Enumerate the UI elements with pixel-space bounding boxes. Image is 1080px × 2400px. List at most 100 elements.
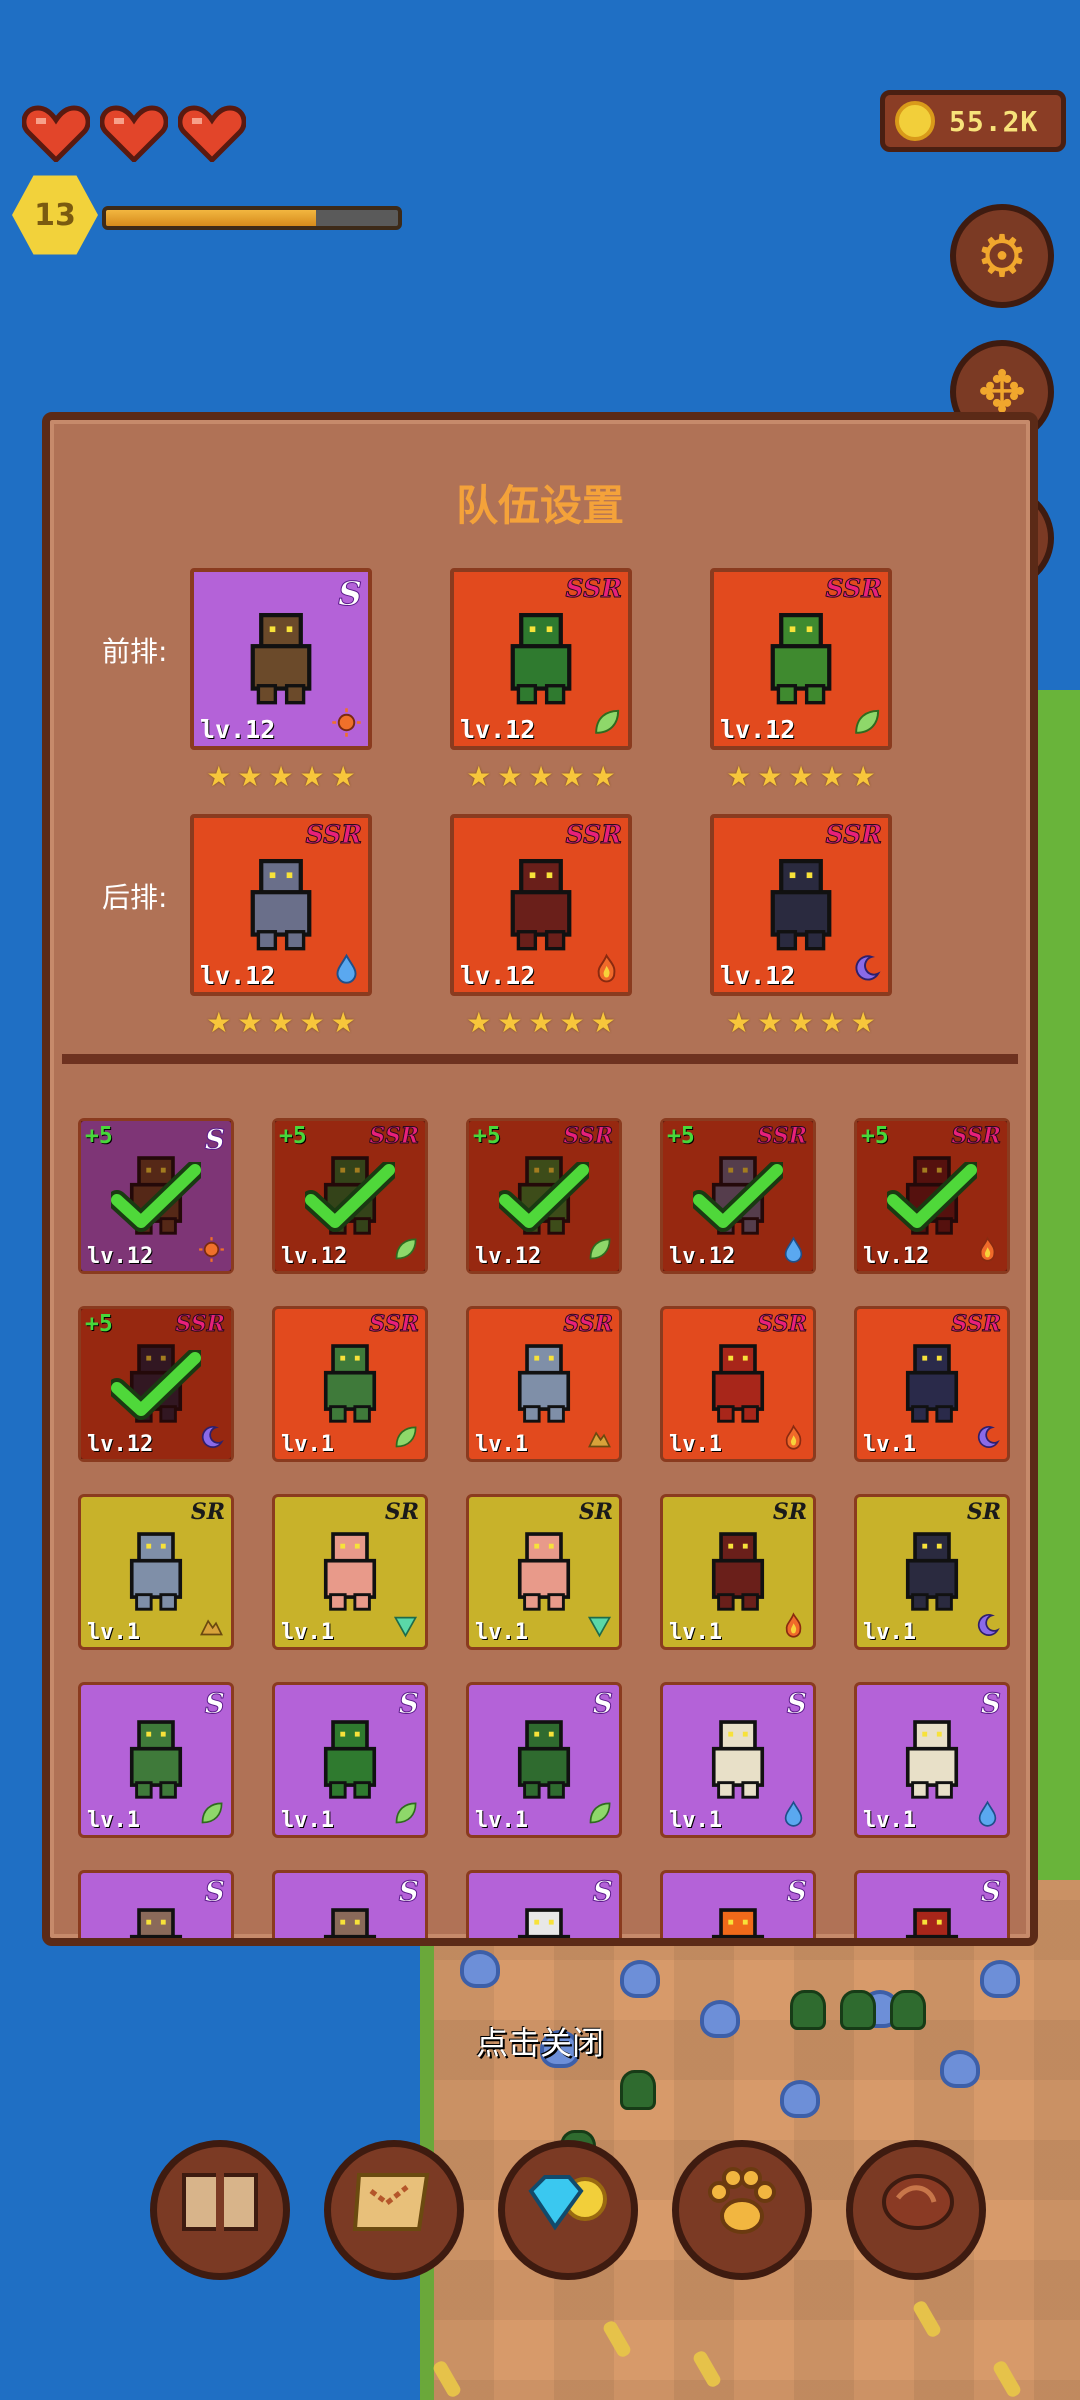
rarity-badge: SSR	[305, 820, 362, 850]
tap-to-close-hint[interactable]: 点击关闭	[0, 2018, 1080, 2064]
level-label: lv.1	[281, 1808, 334, 1833]
deer-spear-sprite	[225, 598, 338, 715]
back-slot-1[interactable]: SSR lv.12	[190, 814, 372, 996]
front-slot-3[interactable]: SSR lv.12	[710, 568, 892, 750]
demon-sprite	[485, 844, 598, 961]
star-icon: ★	[590, 1006, 616, 1039]
front-slot-1[interactable]: Slv.12	[190, 568, 372, 750]
rarity-badge: SR	[190, 1499, 225, 1525]
level-label: lv.12	[281, 1244, 348, 1269]
roster-card[interactable]: SSR +5 lv.12	[854, 1118, 1010, 1274]
roster-card[interactable]: SR lv.1	[660, 1494, 816, 1650]
heart-icon	[99, 104, 169, 164]
front-slot-2[interactable]: SSR lv.12	[450, 568, 632, 750]
roster-card[interactable]: SR lv.1	[272, 1494, 428, 1650]
moon-element-icon	[974, 1612, 1001, 1643]
level-label: lv.12	[475, 1244, 542, 1269]
roster-card[interactable]: Slv.1	[272, 1682, 428, 1838]
star-icon: ★	[299, 1006, 325, 1039]
level-label: lv.12	[669, 1244, 736, 1269]
water-pot	[980, 1960, 1020, 1998]
level-label: lv.1	[475, 1432, 528, 1457]
settings-button[interactable]: ⚙	[950, 204, 1054, 308]
water-pot	[620, 1960, 660, 1998]
rarity-badge: SSR	[825, 820, 882, 850]
book-button[interactable]	[150, 2140, 290, 2280]
roster-card[interactable]: SSR +5 lv.12	[466, 1118, 622, 1274]
rarity-badge: SSR	[757, 1123, 808, 1150]
roster-card[interactable]: S +5 lv.12	[78, 1118, 234, 1274]
roster-card[interactable]: S	[660, 1870, 816, 1938]
roster-card[interactable]: SSR lv.1	[466, 1306, 622, 1462]
wolf-rider-sprite	[225, 844, 338, 961]
coin-counter[interactable]: 55.2K	[880, 90, 1066, 152]
star-icon: ★	[590, 760, 616, 793]
meat-icon	[874, 2166, 958, 2254]
elf-mage-sprite	[884, 1707, 981, 1808]
roster-card[interactable]: Slv.1	[854, 1682, 1010, 1838]
roster-card[interactable]: SSR lv.1	[854, 1306, 1010, 1462]
map-scroll-button[interactable]	[324, 2140, 464, 2280]
roster-card[interactable]: SSR +5 lv.12	[660, 1118, 816, 1274]
star-icon: ★	[559, 760, 585, 793]
level-label: lv.1	[863, 1620, 916, 1645]
level-label: lv.1	[281, 1432, 334, 1457]
star-rating: ★ ★ ★ ★ ★	[710, 1006, 892, 1039]
back-slot-2[interactable]: SSR lv.12	[450, 814, 632, 996]
skull-sprite	[496, 1895, 593, 1938]
level-label: lv.1	[281, 1620, 334, 1645]
girl-sprite	[496, 1519, 593, 1620]
level-label: lv.1	[475, 1620, 528, 1645]
roster-card[interactable]: S	[854, 1870, 1010, 1938]
rarity-badge: S	[338, 574, 363, 614]
rarity-badge: S	[786, 1687, 807, 1721]
health-hearts	[21, 104, 247, 164]
hooded-shade-sprite	[884, 1331, 981, 1432]
rarity-badge: S	[204, 1875, 225, 1909]
leaf-element-icon	[392, 1236, 419, 1267]
plus-badge: +5	[85, 1123, 113, 1149]
roster-card[interactable]: Slv.1	[466, 1682, 622, 1838]
star-icon: ★	[466, 1006, 492, 1039]
rarity-badge: SR	[578, 1499, 613, 1525]
roster-card[interactable]: SSR +5 lv.12	[78, 1306, 234, 1462]
rarity-badge: S	[204, 1123, 225, 1157]
star-icon: ★	[819, 760, 845, 793]
panel-divider	[62, 1054, 1018, 1064]
heart-icon	[21, 104, 91, 164]
star-icon: ★	[497, 760, 523, 793]
roster-card[interactable]: S	[466, 1870, 622, 1938]
star-icon: ★	[850, 1006, 876, 1039]
rarity-badge: SSR	[565, 820, 622, 850]
roster-card[interactable]: SSR lv.1	[272, 1306, 428, 1462]
paw-icon	[703, 2166, 781, 2254]
roster-card[interactable]: SSR lv.1	[660, 1306, 816, 1462]
plus-badge: +5	[861, 1123, 889, 1149]
roster-card[interactable]: S	[272, 1870, 428, 1938]
level-label: lv.1	[87, 1620, 140, 1645]
level-label: lv.1	[87, 1808, 140, 1833]
star-rating: ★ ★ ★ ★ ★	[450, 760, 632, 793]
star-icon: ★	[788, 760, 814, 793]
rarity-badge: SR	[772, 1499, 807, 1525]
star-icon: ★	[819, 1006, 845, 1039]
star-icon: ★	[206, 1006, 232, 1039]
roster-card[interactable]: SR lv.1	[466, 1494, 622, 1650]
back-slot-3[interactable]: SSR lv.12	[710, 814, 892, 996]
meat-button[interactable]	[846, 2140, 986, 2280]
roster-card[interactable]: S	[78, 1870, 234, 1938]
goblin-mob	[620, 2070, 656, 2110]
roster-card[interactable]: SSR +5 lv.12	[272, 1118, 428, 1274]
roster-card[interactable]: Slv.1	[660, 1682, 816, 1838]
wind-element-icon	[586, 1612, 613, 1643]
star-icon: ★	[330, 1006, 356, 1039]
goblin-axes-sprite	[108, 1707, 205, 1808]
level-label: lv.12	[720, 715, 796, 744]
star-icon: ★	[497, 1006, 523, 1039]
roster-card[interactable]: Slv.1	[78, 1682, 234, 1838]
rarity-badge: SR	[966, 1499, 1001, 1525]
paw-button[interactable]	[672, 2140, 812, 2280]
gem-coin-button[interactable]	[498, 2140, 638, 2280]
roster-card[interactable]: SR lv.1	[78, 1494, 234, 1650]
roster-card[interactable]: SR lv.1	[854, 1494, 1010, 1650]
